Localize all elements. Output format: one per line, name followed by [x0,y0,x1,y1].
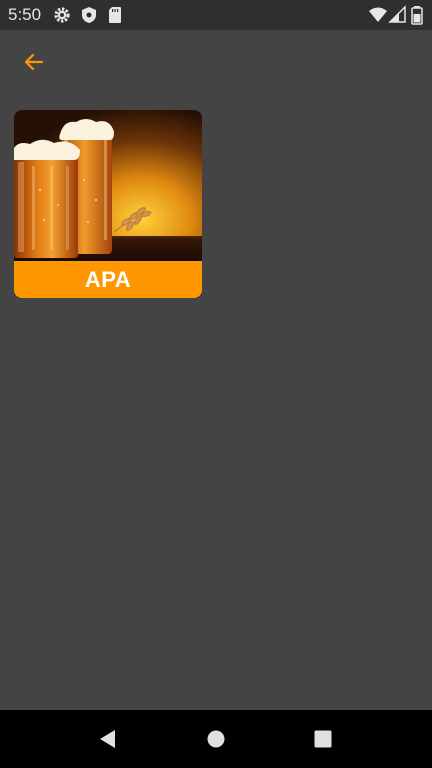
arrow-back-icon [22,50,46,79]
shield-icon [79,5,99,25]
back-triangle-icon[interactable] [96,727,120,751]
back-button[interactable] [14,44,54,84]
status-time: 5:50 [8,5,42,24]
signal-icon [388,5,408,25]
settings-gear-icon [52,5,72,25]
beer-mugs-photo [14,110,202,261]
navigation-bar [0,710,432,768]
card-label-bar: APA [14,261,202,298]
sd-card-icon [105,5,125,25]
wifi-icon [368,5,388,25]
status-bar: 5:50 [0,0,432,30]
recents-square-icon[interactable] [311,727,335,751]
home-circle-icon[interactable] [204,727,228,751]
grid-item-card[interactable]: APA [14,110,202,298]
card-label: APA [84,266,132,292]
screen: 5:50 APA [0,0,432,768]
battery-icon [410,5,424,25]
